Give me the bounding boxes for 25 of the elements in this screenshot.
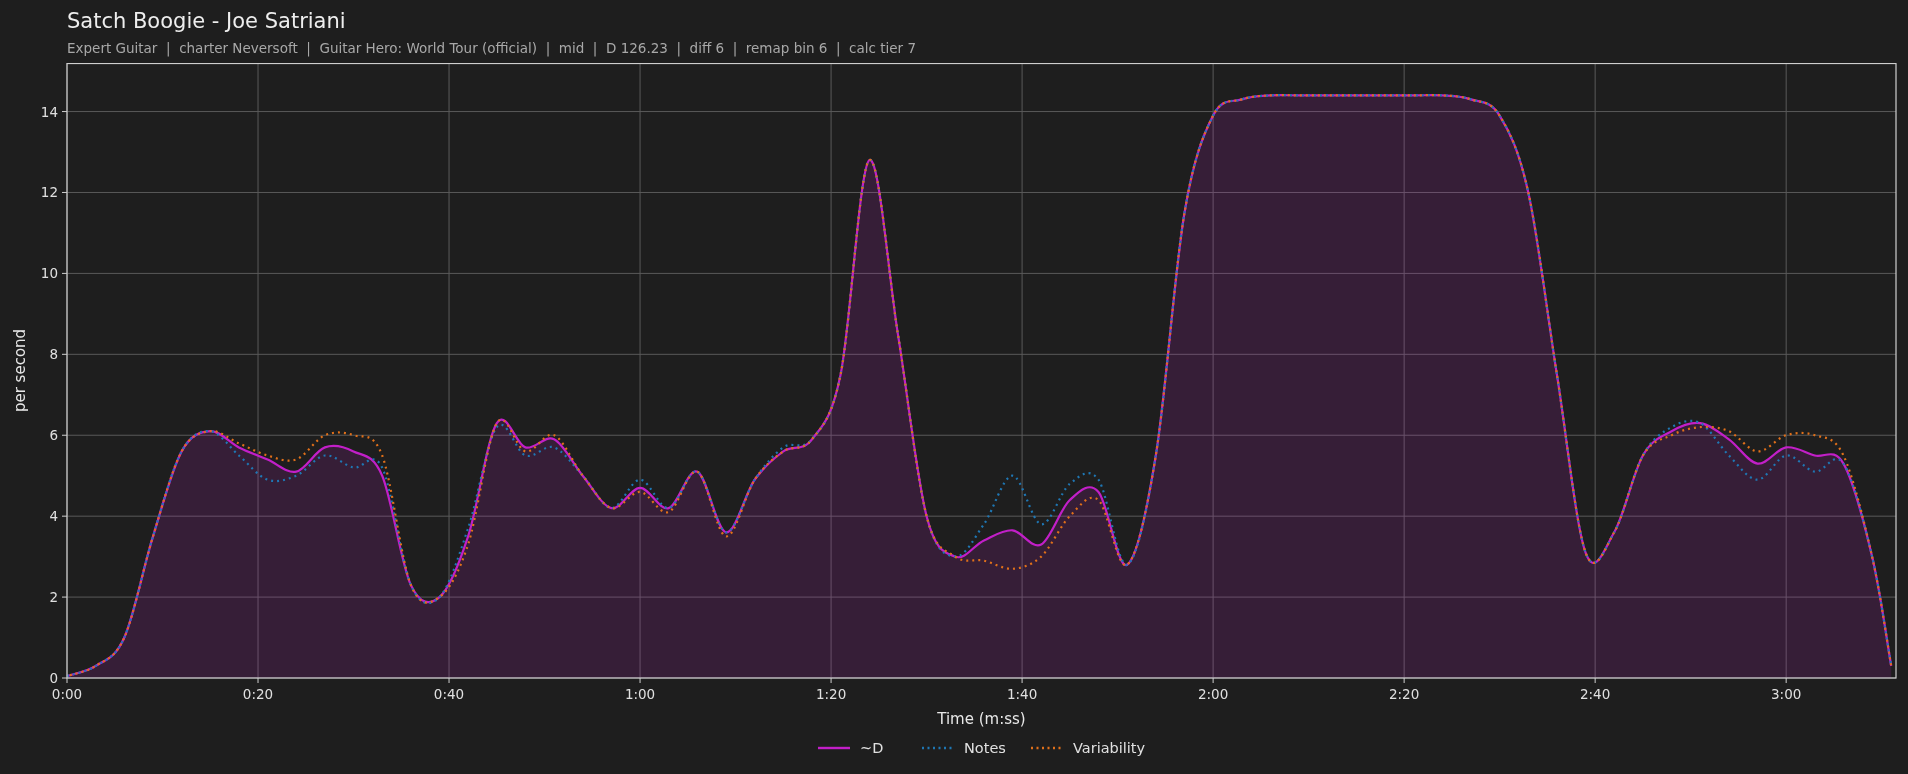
chart-subtitle: Expert Guitar | charter Neversoft | Guitar Hero: World Tour (official) | mid | D 126.23 | diff 6 | remap bin 6 | calc tier 7 bbox=[67, 40, 917, 57]
legend-label: Variability bbox=[1073, 740, 1146, 756]
y-tick-label: 12 bbox=[40, 184, 58, 201]
y-tick-label: 2 bbox=[49, 589, 58, 606]
y-tick-label: 14 bbox=[40, 103, 58, 120]
x-tick-label: 0:20 bbox=[242, 686, 274, 702]
legend-label: Notes bbox=[964, 740, 1006, 756]
x-tick-label: 0:00 bbox=[51, 686, 83, 702]
x-tick-label: 1:00 bbox=[624, 686, 656, 702]
x-tick-label: 3:00 bbox=[1771, 686, 1802, 702]
x-tick-label: 2:20 bbox=[1388, 686, 1420, 702]
y-tick-label: 0 bbox=[49, 670, 58, 686]
x-tick-label: 0:40 bbox=[433, 686, 465, 702]
x-tick-label: 1:20 bbox=[815, 686, 847, 702]
x-axis-title: Time (m:ss) bbox=[937, 710, 1026, 728]
chart-title: Satch Boogie - Joe Satriani bbox=[67, 8, 346, 34]
y-tick-label: 8 bbox=[49, 346, 58, 363]
y-tick-label: 10 bbox=[40, 265, 58, 282]
y-tick-label: 6 bbox=[49, 427, 58, 444]
legend-label: ~D bbox=[860, 740, 884, 756]
x-tick-label: 2:40 bbox=[1580, 686, 1611, 702]
y-axis-title: per second bbox=[11, 328, 29, 413]
y-tick-label: 4 bbox=[49, 508, 58, 525]
x-tick-label: 1:40 bbox=[1006, 686, 1038, 702]
x-tick-label: 2:00 bbox=[1197, 686, 1229, 702]
